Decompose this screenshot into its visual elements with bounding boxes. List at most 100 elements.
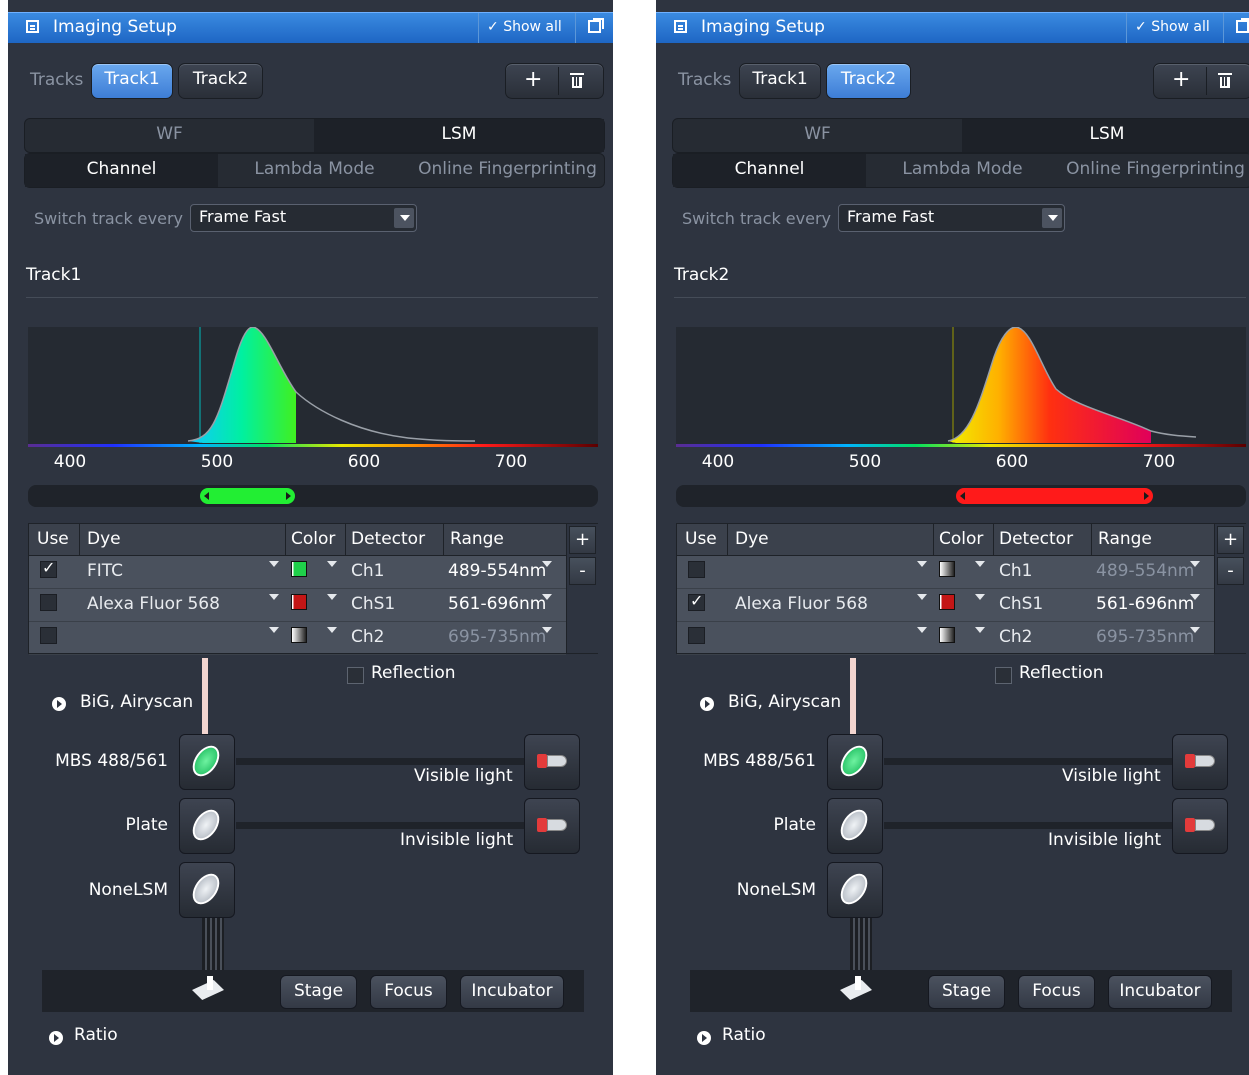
incubator-button[interactable]: Incubator <box>1108 975 1212 1009</box>
track-button[interactable]: Track2 <box>178 63 263 99</box>
tab-wf[interactable]: WF <box>673 119 962 152</box>
use-checkbox[interactable] <box>688 561 705 578</box>
mbs-button[interactable] <box>179 734 235 790</box>
show-all-button[interactable]: ✓ Show all <box>478 13 574 43</box>
mbs-button[interactable] <box>827 734 883 790</box>
chevron-down-icon[interactable] <box>327 594 337 600</box>
tab-channel[interactable]: Channel <box>673 154 866 187</box>
chevron-down-icon[interactable] <box>1190 627 1200 633</box>
detection-range-slider[interactable] <box>200 488 295 504</box>
visible-light-button[interactable] <box>524 734 580 790</box>
table-row: Alexa Fluor 568 ChS1 561-696nm <box>677 588 1214 622</box>
chevron-down-icon[interactable] <box>917 561 927 567</box>
expand-icon[interactable] <box>697 1031 711 1045</box>
dye-name[interactable]: Alexa Fluor 568 <box>87 594 220 614</box>
detection-range[interactable]: 561-696nm <box>1096 594 1194 614</box>
chevron-down-icon[interactable] <box>975 561 985 567</box>
chevron-down-icon[interactable] <box>327 561 337 567</box>
detection-range-bar <box>28 485 598 507</box>
nonelsm-button[interactable] <box>179 862 235 918</box>
add-channel-button[interactable]: + <box>569 526 596 554</box>
undock-button[interactable] <box>575 13 613 43</box>
detection-range[interactable]: 489-554nm <box>448 561 546 581</box>
tab-online-fingerprinting[interactable]: Online Fingerprinting <box>1059 154 1249 187</box>
color-swatch[interactable] <box>939 561 955 577</box>
chevron-down-icon[interactable] <box>542 561 552 567</box>
use-checkbox[interactable] <box>688 591 705 611</box>
reflection-checkbox[interactable] <box>995 667 1012 684</box>
focus-button[interactable]: Focus <box>1018 975 1095 1009</box>
visible-light-button[interactable] <box>1172 734 1228 790</box>
remove-channel-button[interactable]: - <box>569 557 596 585</box>
ratio-expander[interactable]: Ratio <box>722 1025 766 1045</box>
chevron-down-icon[interactable] <box>917 594 927 600</box>
focus-button[interactable]: Focus <box>370 975 447 1009</box>
chevron-down-icon[interactable] <box>917 627 927 633</box>
detector-name: Ch2 <box>999 627 1033 647</box>
ratio-expander[interactable]: Ratio <box>74 1025 118 1045</box>
add-track-icon[interactable]: + <box>1172 67 1190 92</box>
chevron-down-icon[interactable] <box>975 627 985 633</box>
dye-name[interactable]: Alexa Fluor 568 <box>735 594 868 614</box>
tab-online-fingerprinting[interactable]: Online Fingerprinting <box>411 154 604 187</box>
delete-track-icon[interactable] <box>1218 73 1232 89</box>
tab-lambda-mode[interactable]: Lambda Mode <box>218 154 411 187</box>
add-channel-button[interactable]: + <box>1217 526 1244 554</box>
dye-name[interactable]: FITC <box>87 561 123 581</box>
undock-button[interactable] <box>1223 13 1249 43</box>
invisible-light-button[interactable] <box>1172 798 1228 854</box>
tab-lambda-mode[interactable]: Lambda Mode <box>866 154 1059 187</box>
switch-track-dropdown[interactable]: Frame Fast <box>838 204 1065 232</box>
use-checkbox[interactable] <box>40 594 57 611</box>
color-swatch[interactable] <box>291 594 307 610</box>
chevron-down-icon[interactable] <box>269 561 279 567</box>
incubator-button[interactable]: Incubator <box>460 975 564 1009</box>
tab-channel[interactable]: Channel <box>25 154 218 187</box>
wavelength-tick-label: 600 <box>347 452 381 472</box>
chevron-down-icon[interactable] <box>1190 561 1200 567</box>
color-swatch[interactable] <box>939 594 955 610</box>
show-all-button[interactable]: ✓ Show all <box>1126 13 1222 43</box>
color-swatch[interactable] <box>291 627 307 643</box>
expand-icon[interactable] <box>700 697 714 711</box>
chevron-down-icon[interactable] <box>542 627 552 633</box>
big-airyscan-expander[interactable]: BiG, Airyscan <box>80 692 193 712</box>
chevron-down-icon[interactable] <box>975 594 985 600</box>
detection-range[interactable]: 489-554nm <box>1096 561 1194 581</box>
remove-channel-button[interactable]: - <box>1217 557 1244 585</box>
reflection-checkbox[interactable] <box>347 667 364 684</box>
expand-icon[interactable] <box>52 697 66 711</box>
switch-track-dropdown[interactable]: Frame Fast <box>190 204 417 232</box>
chevron-down-icon[interactable] <box>1190 594 1200 600</box>
delete-track-icon[interactable] <box>570 73 584 89</box>
color-swatch[interactable] <box>939 627 955 643</box>
chevron-down-icon[interactable] <box>269 594 279 600</box>
chevron-down-icon[interactable] <box>327 627 337 633</box>
track-button[interactable]: Track1 <box>739 63 821 99</box>
tab-lsm[interactable]: LSM <box>962 119 1249 152</box>
use-checkbox[interactable] <box>688 627 705 644</box>
chevron-down-icon[interactable] <box>542 594 552 600</box>
stage-button[interactable]: Stage <box>280 975 357 1009</box>
add-track-icon[interactable]: + <box>524 67 542 92</box>
plate-button[interactable] <box>179 798 235 854</box>
detection-range-slider[interactable] <box>956 488 1153 504</box>
track-button[interactable]: Track2 <box>826 63 911 99</box>
use-checkbox[interactable] <box>40 558 57 578</box>
plate-button[interactable] <box>827 798 883 854</box>
detection-range[interactable]: 561-696nm <box>448 594 546 614</box>
light-beam <box>202 658 208 734</box>
tab-lsm[interactable]: LSM <box>314 119 604 152</box>
detection-range[interactable]: 695-735nm <box>1096 627 1194 647</box>
big-airyscan-expander[interactable]: BiG, Airyscan <box>728 692 841 712</box>
color-swatch[interactable] <box>291 561 307 577</box>
tab-wf[interactable]: WF <box>25 119 314 152</box>
use-checkbox[interactable] <box>40 627 57 644</box>
expand-icon[interactable] <box>49 1031 63 1045</box>
invisible-light-button[interactable] <box>524 798 580 854</box>
track-button[interactable]: Track1 <box>91 63 173 99</box>
nonelsm-button[interactable] <box>827 862 883 918</box>
stage-button[interactable]: Stage <box>928 975 1005 1009</box>
detection-range[interactable]: 695-735nm <box>448 627 546 647</box>
chevron-down-icon[interactable] <box>269 627 279 633</box>
